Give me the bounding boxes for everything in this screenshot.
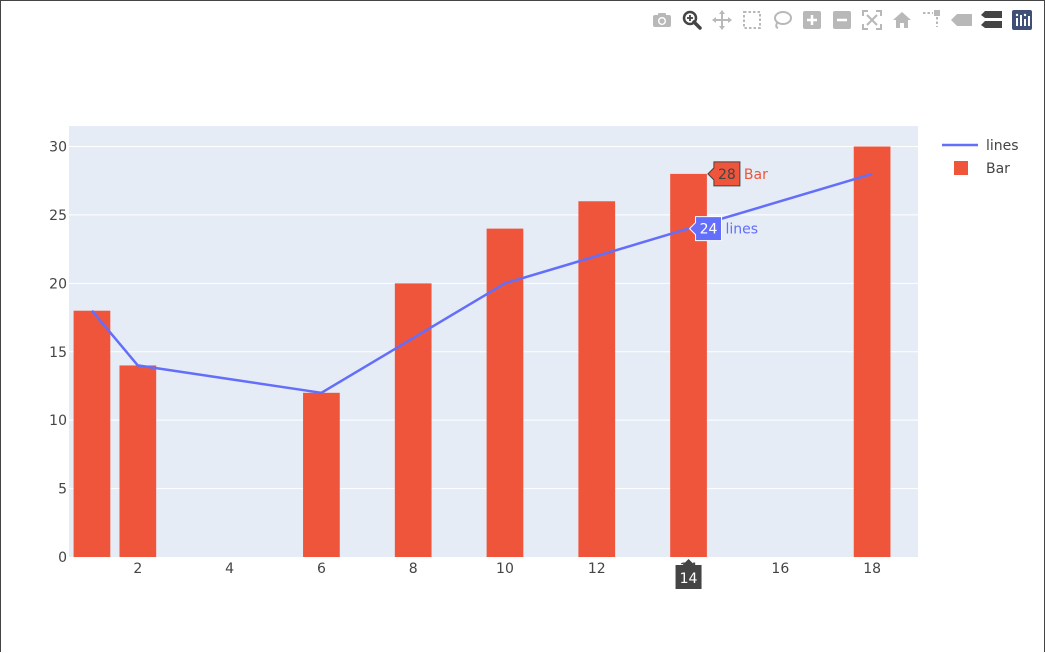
bar[interactable]: [853, 146, 891, 557]
y-tick-label: 25: [49, 208, 67, 224]
x-tick-label: 16: [771, 561, 789, 577]
y-tick-label: 15: [49, 345, 67, 361]
bar[interactable]: [119, 365, 157, 557]
x-tick-label: 12: [588, 561, 606, 577]
y-tick-label: 20: [49, 276, 67, 292]
x-tick-label: 4: [225, 561, 234, 577]
hover-label-value: 24: [700, 222, 718, 238]
hover-label-name: Bar: [744, 167, 768, 183]
x-tick-label: 2: [133, 561, 142, 577]
y-tick-label: 30: [49, 140, 67, 156]
legend-item-label: lines: [986, 138, 1019, 154]
y-tick-label: 5: [58, 482, 67, 498]
bar[interactable]: [578, 201, 616, 557]
x-tick-label: 18: [863, 561, 881, 577]
x-hover-label: 14: [680, 571, 698, 587]
bar[interactable]: [486, 228, 524, 557]
chart[interactable]: 051015202530246810121416181428Bar24lines…: [0, 0, 1045, 653]
bar[interactable]: [394, 283, 432, 557]
y-tick-label: 10: [49, 413, 67, 429]
x-tick-label: 6: [317, 561, 326, 577]
legend-bar-swatch[interactable]: [954, 161, 968, 175]
hover-label-value: 28: [718, 167, 736, 183]
y-tick-label: 0: [58, 550, 67, 566]
x-tick-label: 10: [496, 561, 514, 577]
bar[interactable]: [73, 310, 111, 557]
bar[interactable]: [303, 392, 340, 557]
legend-item-label: Bar: [986, 161, 1010, 177]
x-tick-label: 8: [409, 561, 418, 577]
hover-label-name: lines: [726, 222, 759, 238]
